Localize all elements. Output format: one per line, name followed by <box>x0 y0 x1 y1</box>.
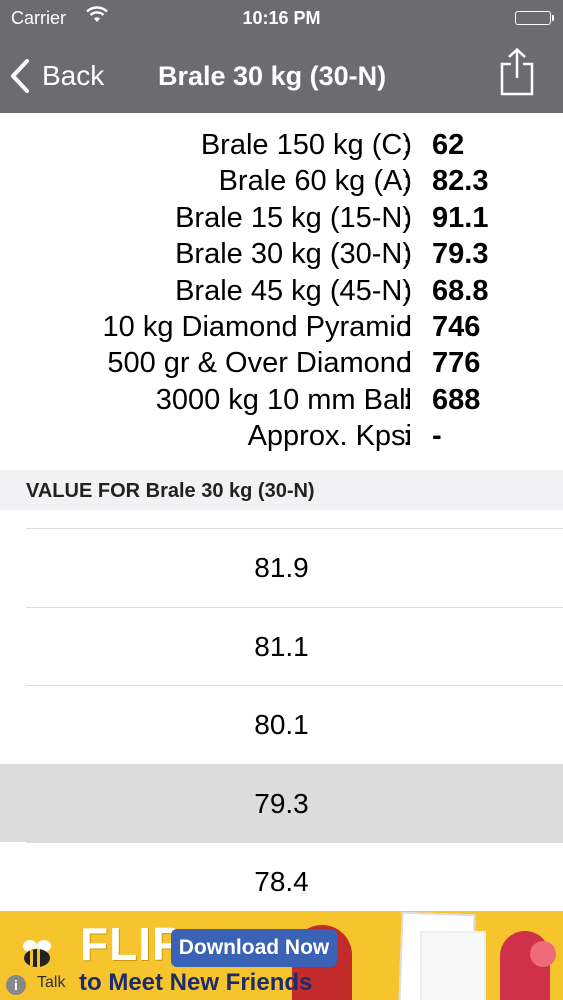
info-icon[interactable]: i <box>6 975 26 995</box>
result-separator: : <box>403 347 412 380</box>
result-separator: : <box>403 238 412 271</box>
share-icon <box>500 47 534 96</box>
picker-option[interactable]: 80.1 <box>26 685 563 764</box>
result-separator: : <box>403 201 412 234</box>
result-value: 68.8 <box>432 274 489 307</box>
page-title: Brale 30 kg (30-N) <box>158 61 387 91</box>
result-separator: : <box>403 383 412 416</box>
back-button[interactable]: Back <box>10 56 104 96</box>
result-label: Brale 60 kg (A) <box>218 165 412 198</box>
battery-icon <box>515 11 554 25</box>
result-row: 10 kg Diamond Pyramid:746 <box>0 309 563 345</box>
back-label: Back <box>42 60 105 91</box>
heart-icon-2 <box>530 941 556 967</box>
result-value: 62 <box>432 129 465 161</box>
result-separator: : <box>403 310 412 343</box>
result-label: Brale 150 kg (C) <box>200 129 412 161</box>
result-row: Brale 30 kg (30-N):79.3 <box>0 236 563 272</box>
download-now-button[interactable]: Download Now <box>171 929 337 967</box>
result-separator: : <box>403 274 412 307</box>
picker-option[interactable]: 81.9 <box>26 528 563 607</box>
result-value: 746 <box>432 310 481 343</box>
result-row: Brale 60 kg (A):82.3 <box>0 163 563 199</box>
status-bar: Carrier 10:16 PM <box>0 0 563 36</box>
clock: 10:16 PM <box>242 8 321 28</box>
bee-logo-icon <box>23 940 51 967</box>
sponsor-label: Talk <box>37 974 66 991</box>
ad-profile-card-image <box>420 931 486 1000</box>
result-row: 3000 kg 10 mm Ball:688 <box>0 382 563 418</box>
chevron-left-icon <box>11 59 29 93</box>
result-row: Approx. Kpsi: - <box>0 418 563 454</box>
result-separator: : <box>403 165 412 198</box>
result-value: 776 <box>432 347 481 380</box>
result-separator: : <box>403 129 412 161</box>
navigation-bar: Carrier 10:16 PM Back Brale 30 kg (30-N) <box>0 0 563 113</box>
result-row: Brale 150 kg (C):62 <box>0 127 563 163</box>
result-label: Approx. Kpsi <box>247 420 412 453</box>
result-value: 91.1 <box>432 201 489 234</box>
result-label: Brale 15 kg (15-N) <box>175 201 412 234</box>
conversion-results: Brale 150 kg (C):62 Brale 60 kg (A):82.3 B… <box>0 127 563 455</box>
result-row: 500 gr & Over Diamond:776 <box>0 345 563 381</box>
result-separator: : <box>403 420 412 453</box>
result-label: Brale 45 kg (45-N) <box>175 274 412 307</box>
share-button[interactable] <box>499 47 535 101</box>
result-row: Brale 45 kg (45-N):68.8 <box>0 273 563 309</box>
ad-brand: FLIP <box>80 918 184 970</box>
result-value: 82.3 <box>432 165 489 198</box>
section-header: VALUE FOR Brale 30 kg (30-N) <box>0 470 563 510</box>
result-value: 688 <box>432 383 481 416</box>
picker-option[interactable]: 81.1 <box>26 606 563 686</box>
result-label: 10 kg Diamond Pyramid <box>102 310 412 343</box>
result-value: - <box>432 420 442 453</box>
picker-option-selected[interactable]: 79.3 <box>0 763 563 842</box>
result-label: 500 gr & Over Diamond <box>107 347 412 380</box>
result-row: Brale 15 kg (15-N):91.1 <box>0 200 563 236</box>
result-value: 79.3 <box>432 238 489 271</box>
ad-tagline: to Meet New Friends <box>79 969 313 996</box>
result-label: 3000 kg 10 mm Ball <box>155 383 412 416</box>
value-picker[interactable]: 81.9 81.1 80.1 79.3 78.4 <box>0 528 563 921</box>
picker-option[interactable]: 78.4 <box>26 842 563 921</box>
ad-banner[interactable]: i Talk FLIP Download Now to Meet New Fri… <box>0 911 563 1000</box>
result-label: Brale 30 kg (30-N) <box>175 238 412 271</box>
nav-bar: Back Brale 30 kg (30-N) <box>0 36 563 113</box>
